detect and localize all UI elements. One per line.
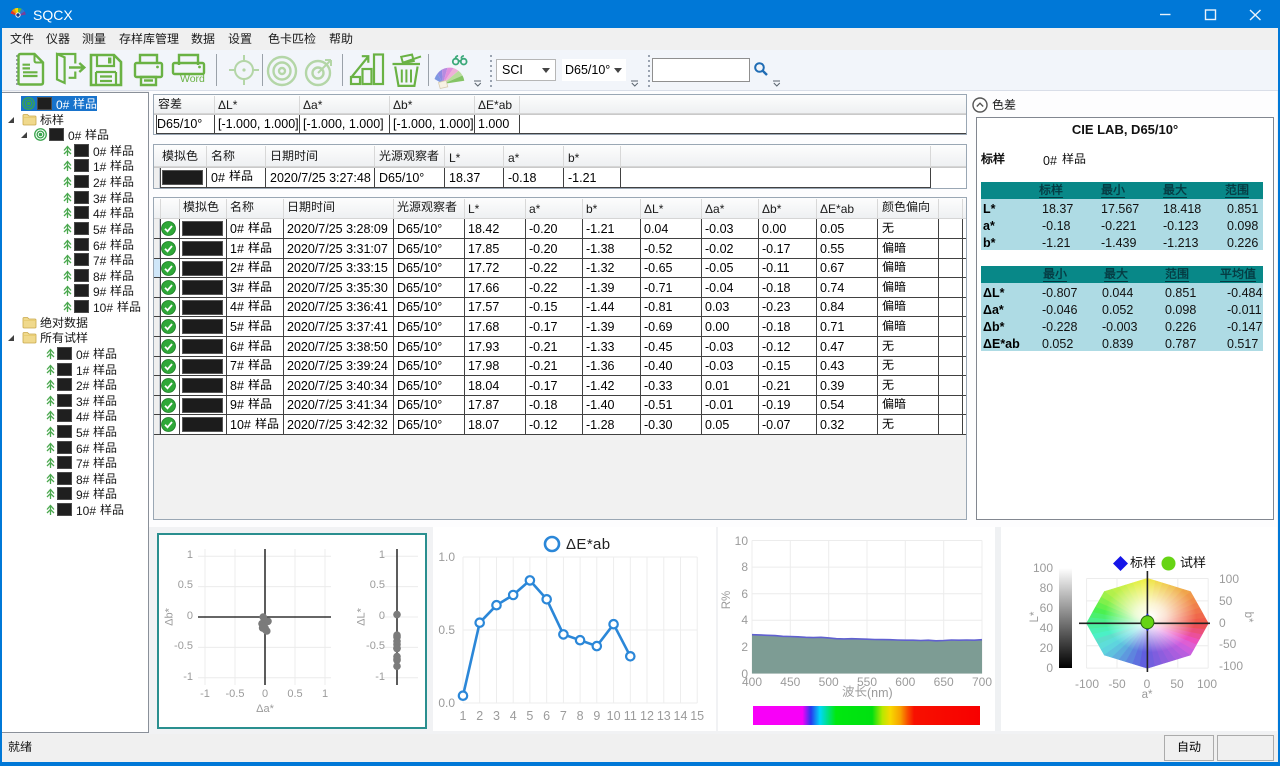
svg-text:Word: Word — [180, 73, 205, 85]
